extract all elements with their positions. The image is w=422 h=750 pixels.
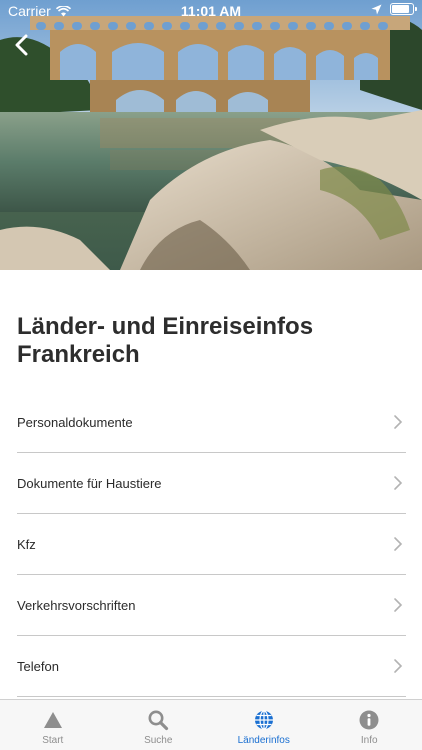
- tab-bar: Start Suche Länderinfos Info: [0, 699, 422, 750]
- page-title: Länder- und Einreiseinfos Frankreich: [17, 313, 314, 368]
- list-item-label: Personaldokumente: [17, 414, 133, 430]
- tab-start[interactable]: Start: [0, 700, 106, 750]
- list-item-verkehrsvorschriften[interactable]: Verkehrsvorschriften: [17, 575, 406, 636]
- tab-label: Suche: [144, 735, 173, 746]
- aqueduct-photo: [0, 0, 422, 270]
- chevron-right-icon: [394, 598, 403, 612]
- chevron-right-icon: [394, 537, 403, 551]
- list-item-telefon[interactable]: Telefon: [17, 636, 406, 697]
- battery-fill: [392, 5, 409, 13]
- tab-label: Start: [42, 735, 64, 746]
- list-item-label: Verkehrsvorschriften: [17, 597, 136, 613]
- back-button[interactable]: [6, 30, 36, 60]
- list-item-personaldokumente[interactable]: Personaldokumente: [17, 392, 406, 453]
- chevron-left-icon: [15, 34, 28, 56]
- tab-label: Info: [360, 735, 378, 746]
- list-item-label: Kfz: [17, 536, 36, 552]
- list-item-label: Dokumente für Haustiere: [17, 475, 162, 491]
- info-list: Personaldokumente Dokumente für Haustier…: [17, 392, 406, 697]
- list-item-kfz[interactable]: Kfz: [17, 514, 406, 575]
- tab-suche[interactable]: Suche: [106, 700, 212, 750]
- globe-icon: [254, 710, 273, 730]
- tab-info[interactable]: Info: [317, 700, 422, 750]
- list-item-haustiere[interactable]: Dokumente für Haustiere: [17, 453, 406, 514]
- chevron-right-icon: [394, 659, 403, 673]
- info-icon: [359, 710, 379, 730]
- tab-laenderinfos[interactable]: Länderinfos: [211, 700, 317, 750]
- triangle-icon: [43, 712, 62, 728]
- chevron-right-icon: [394, 415, 403, 429]
- tab-label: Länderinfos: [237, 735, 290, 746]
- status-bar: Carrier 11:01 AM: [0, 0, 422, 22]
- hero-image: [0, 0, 422, 270]
- search-icon: [148, 710, 169, 731]
- chevron-right-icon: [394, 476, 403, 490]
- status-time: 11:01 AM: [180, 3, 242, 19]
- list-item-label: Telefon: [17, 658, 59, 674]
- battery-icon: [390, 3, 417, 15]
- status-right: [371, 3, 417, 15]
- location-arrow-icon: [371, 4, 382, 14]
